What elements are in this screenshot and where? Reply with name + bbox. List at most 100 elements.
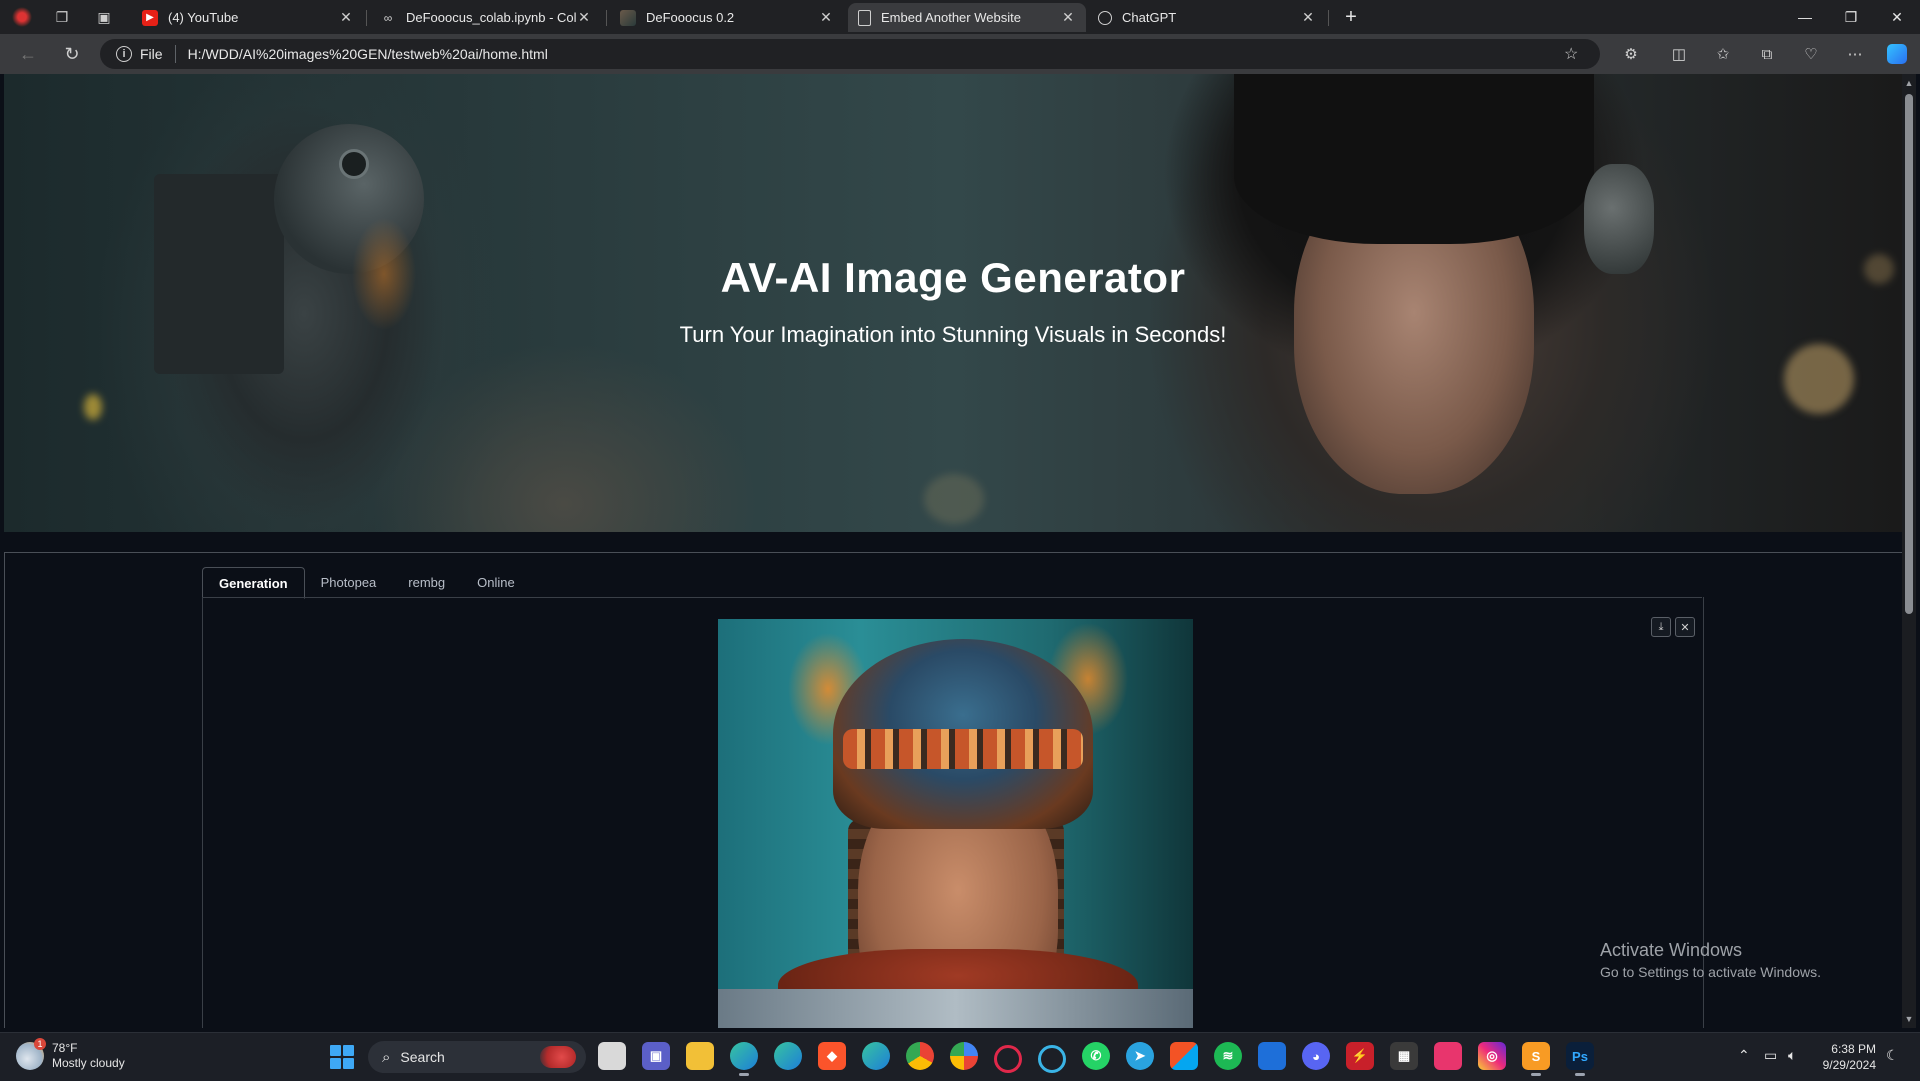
- scroll-down-icon[interactable]: ▼: [1904, 1014, 1914, 1024]
- bokeh-light: [1784, 344, 1854, 414]
- colab-icon: ∞: [383, 10, 393, 25]
- tab-title: Embed Another Website: [881, 10, 1021, 25]
- download-icon[interactable]: ⤓: [1651, 617, 1671, 637]
- hero-banner: AV-AI Image Generator Turn Your Imaginat…: [4, 74, 1902, 532]
- tab-photopea[interactable]: Photopea: [305, 567, 393, 597]
- tab-chatgpt[interactable]: ChatGPT ✕: [1088, 3, 1326, 32]
- reload-button[interactable]: ↻: [58, 40, 86, 68]
- edge-dev-icon[interactable]: [862, 1042, 890, 1070]
- tab-embed-another-website[interactable]: Embed Another Website ✕: [848, 3, 1086, 32]
- chatgpt-icon: [1098, 10, 1112, 25]
- opera-icon[interactable]: [994, 1045, 1022, 1073]
- watermark-title: Activate Windows: [1600, 940, 1743, 960]
- photoshop-icon[interactable]: Ps: [1566, 1042, 1594, 1076]
- opera-gx-icon[interactable]: [1038, 1045, 1066, 1073]
- notification-badge: 1: [34, 1038, 46, 1050]
- favorite-star-icon[interactable]: ☆: [1564, 44, 1586, 64]
- taskbar: 1 78°F Mostly cloudy ⌕ Search ▣ ◆ ✆ ➤ ≋ …: [0, 1032, 1920, 1081]
- discord-icon[interactable]: ◕: [1302, 1042, 1330, 1070]
- tab-separator: [606, 10, 607, 26]
- url-scheme-label: File: [140, 46, 163, 62]
- network-icon[interactable]: ▭: [1764, 1047, 1777, 1064]
- back-button[interactable]: ←: [14, 40, 42, 68]
- tab-title: DeFooocus 0.2: [646, 10, 735, 25]
- edge-beta-icon[interactable]: [774, 1042, 802, 1070]
- app-icon[interactable]: [1258, 1042, 1286, 1070]
- teams-icon[interactable]: ▣: [642, 1042, 670, 1070]
- tab-generation[interactable]: Generation: [202, 567, 305, 599]
- media-player-icon[interactable]: ▦: [1390, 1042, 1418, 1070]
- tab-defooocus[interactable]: DeFooocus 0.2 ✕: [610, 3, 844, 32]
- show-hidden-icons[interactable]: ⌃: [1738, 1047, 1750, 1064]
- search-label: Search: [400, 1049, 445, 1065]
- image-helmet-band: [843, 729, 1083, 769]
- scroll-thumb[interactable]: [1905, 94, 1913, 614]
- browser-essentials-icon[interactable]: ♡: [1800, 43, 1822, 65]
- close-tab-icon[interactable]: ✕: [1060, 9, 1076, 26]
- restore-button[interactable]: ❐: [1828, 0, 1874, 34]
- file-explorer-icon[interactable]: [686, 1042, 714, 1070]
- close-icon[interactable]: ✕: [1675, 617, 1695, 637]
- tab-rembg[interactable]: rembg: [392, 567, 461, 597]
- clock-time: 6:38 PM: [1831, 1042, 1876, 1056]
- taskbar-search[interactable]: ⌕ Search: [368, 1041, 586, 1073]
- info-icon[interactable]: i: [116, 46, 132, 62]
- minimize-button[interactable]: —: [1782, 0, 1828, 34]
- tab-title: ChatGPT: [1122, 10, 1177, 25]
- tab-separator: [366, 10, 367, 26]
- instagram-icon[interactable]: ◎: [1478, 1042, 1506, 1070]
- weather-widget[interactable]: 1 78°F Mostly cloudy: [16, 1038, 125, 1071]
- telegram-icon[interactable]: ➤: [1126, 1042, 1154, 1070]
- bokeh-light: [84, 394, 102, 420]
- messaging-app-icon[interactable]: [1434, 1042, 1462, 1070]
- address-bar[interactable]: i File H:/WDD/AI%20images%20GEN/testweb%…: [100, 39, 1600, 69]
- url-text[interactable]: H:/WDD/AI%20images%20GEN/testweb%20ai/ho…: [188, 46, 1564, 62]
- bokeh-light: [924, 474, 984, 524]
- close-tab-icon[interactable]: ✕: [338, 9, 354, 26]
- close-tab-icon[interactable]: ✕: [576, 9, 592, 26]
- generated-image[interactable]: [718, 619, 1193, 1028]
- workspaces-icon[interactable]: ❐: [48, 3, 76, 31]
- system-clock[interactable]: 6:38 PM 9/29/2024: [1810, 1041, 1876, 1073]
- close-window-button[interactable]: ✕: [1874, 0, 1920, 34]
- whatsapp-icon[interactable]: ✆: [1082, 1042, 1110, 1070]
- copilot-icon[interactable]: [1886, 43, 1908, 65]
- collections-icon[interactable]: ⧉: [1756, 43, 1778, 65]
- close-tab-icon[interactable]: ✕: [818, 9, 834, 26]
- search-highlight-icon: [540, 1046, 576, 1068]
- clock-date: 9/29/2024: [1822, 1058, 1876, 1072]
- volume-icon[interactable]: 🔈︎: [1788, 1047, 1796, 1064]
- page-scrollbar[interactable]: ▲ ▼: [1902, 74, 1916, 1028]
- hero-bangs: [1234, 74, 1594, 244]
- task-view-icon[interactable]: [598, 1042, 626, 1070]
- tab-colab[interactable]: ∞ DeFooocus_colab.ipynb - Colab ✕: [370, 3, 602, 32]
- app-tab-bar: Generation Photopea rembg Online: [202, 567, 531, 599]
- favorites-icon[interactable]: ✩: [1712, 43, 1734, 65]
- search-icon: ⌕: [382, 1048, 391, 1066]
- weather-temperature: 78°F: [52, 1041, 78, 1055]
- brave-icon[interactable]: ◆: [818, 1042, 846, 1070]
- notifications-icon[interactable]: ☾: [1886, 1047, 1899, 1064]
- spotify-icon[interactable]: ≋: [1214, 1042, 1242, 1070]
- split-screen-icon[interactable]: ◫: [1668, 43, 1690, 65]
- extensions-icon[interactable]: ⚙: [1620, 43, 1642, 65]
- page-title: AV-AI Image Generator: [720, 254, 1186, 301]
- start-button[interactable]: [330, 1045, 354, 1069]
- tab-youtube[interactable]: ▶ (4) YouTube ✕: [132, 3, 364, 32]
- more-menu-icon[interactable]: ⋯: [1844, 43, 1866, 65]
- close-tab-icon[interactable]: ✕: [1300, 9, 1316, 26]
- flash-icon[interactable]: ⚡: [1346, 1042, 1374, 1070]
- tab-title: (4) YouTube: [168, 10, 239, 25]
- google-icon[interactable]: [950, 1042, 978, 1070]
- scroll-up-icon[interactable]: ▲: [1904, 78, 1914, 88]
- weather-condition: Mostly cloudy: [52, 1056, 125, 1070]
- browser-toolbar: ← ↻ i File H:/WDD/AI%20images%20GEN/test…: [0, 34, 1920, 74]
- chrome-icon[interactable]: [906, 1042, 934, 1070]
- edge-icon[interactable]: [730, 1042, 758, 1076]
- vertical-tabs-icon[interactable]: ▣: [90, 3, 118, 31]
- profile-icon[interactable]: [8, 3, 36, 31]
- microsoft-store-icon[interactable]: [1170, 1042, 1198, 1070]
- new-tab-button[interactable]: +: [1338, 4, 1364, 30]
- tab-online[interactable]: Online: [461, 567, 531, 597]
- sublime-text-icon[interactable]: S: [1522, 1042, 1550, 1076]
